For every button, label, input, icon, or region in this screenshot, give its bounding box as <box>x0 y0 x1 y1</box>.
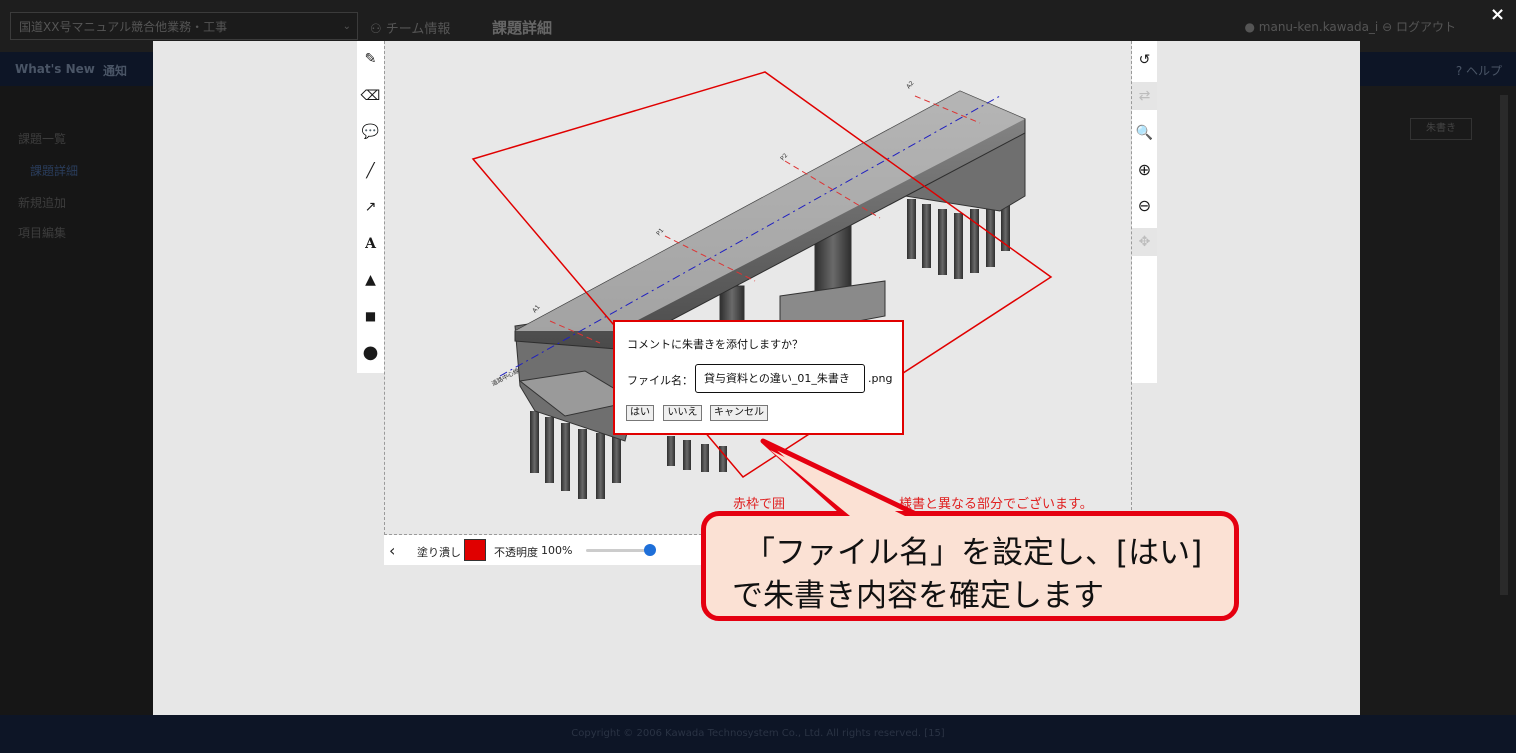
callout-pointer-join <box>770 450 905 516</box>
callout-line-2: で朱書き内容を確定します <box>732 578 1104 614</box>
callout-line-1: 「ファイル名」を設定し、[はい] <box>744 535 1203 571</box>
